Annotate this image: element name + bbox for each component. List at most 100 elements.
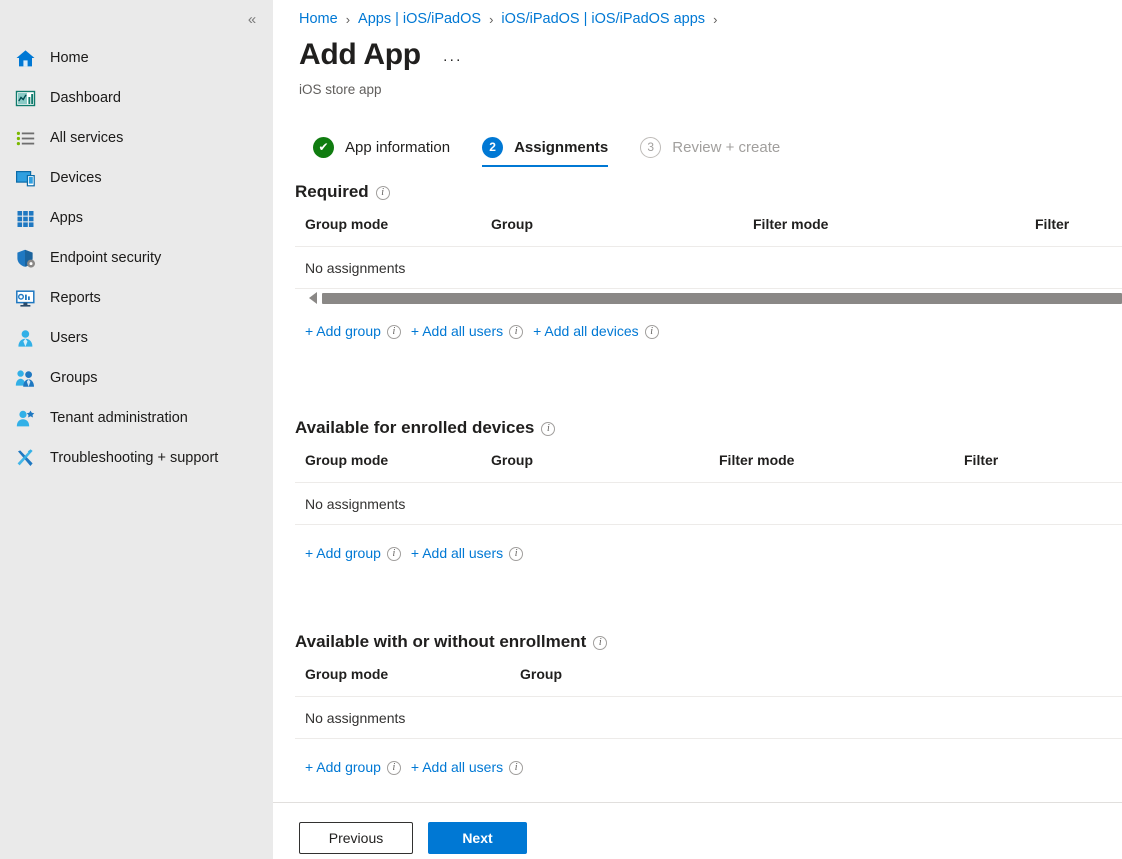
step-number-badge: 3 [640,136,662,158]
breadcrumb-item-apps[interactable]: Apps | iOS/iPadOS [358,11,481,27]
info-icon[interactable]: i [509,761,524,775]
empty-state-text: No assignments [305,495,406,512]
column-header-group: Group [520,666,562,682]
collapse-sidebar-button[interactable]: « [239,6,265,32]
sidebar-item-home[interactable]: Home [0,38,273,78]
column-header-group-mode: Group mode [305,216,389,232]
sidebar-item-devices[interactable]: Devices [0,158,273,198]
column-header-group-mode: Group mode [305,452,389,468]
horizontal-scrollbar[interactable] [295,291,1122,305]
groups-icon [14,367,36,389]
section-available-with-or-without-enrollment: Available with or without enrollment i G… [295,632,1122,775]
sidebar-item-label: Users [50,330,88,346]
sidebar-item-label: Dashboard [50,90,121,106]
tab-app-information[interactable]: ✔ App information [297,125,466,163]
sidebar-item-dashboard[interactable]: Dashboard [0,78,273,118]
sidebar-item-label: Home [50,50,89,66]
column-header-group: Group [491,452,533,468]
scroll-left-arrow-icon[interactable] [301,292,317,304]
sidebar-item-groups[interactable]: Groups [0,358,273,398]
info-icon[interactable]: i [644,325,659,339]
sidebar-item-tenant-administration[interactable]: Tenant administration [0,398,273,438]
add-all-users-link[interactable]: + Add all users [411,545,503,561]
column-header-group: Group [491,216,533,232]
sidebar-item-label: Apps [50,210,84,226]
page-subtitle: iOS store app [299,82,382,97]
add-group-link[interactable]: + Add group [305,545,381,561]
breadcrumb-separator-icon: › [489,11,494,27]
sidebar-item-label: Endpoint security [50,250,162,266]
info-icon[interactable]: i [386,761,401,775]
add-group-link[interactable]: + Add group [305,759,381,775]
scrollbar-thumb[interactable] [322,292,1122,304]
info-icon[interactable]: i [509,325,524,339]
table-row: No assignments [295,247,1122,288]
tab-review-create[interactable]: 3 Review + create [624,125,796,163]
section-required: Required i Group mode Group Filter mode … [295,182,1122,339]
empty-state-text: No assignments [305,259,406,276]
table-divider [295,738,1122,739]
shield-icon [14,247,36,269]
sidebar-item-endpoint-security[interactable]: Endpoint security [0,238,273,278]
info-icon[interactable]: i [386,325,401,339]
table-row: No assignments [295,483,1122,524]
main-content-pane: Home › Apps | iOS/iPadOS › iOS/iPadOS | … [273,0,1122,802]
breadcrumb-item-home[interactable]: Home [299,11,338,27]
step-number-badge: 2 [482,136,504,158]
sidebar-item-label: Reports [50,290,101,306]
column-header-group-mode: Group mode [305,666,389,682]
sidebar-item-reports[interactable]: Reports [0,278,273,318]
sidebar-item-troubleshooting-support[interactable]: Troubleshooting + support [0,438,273,478]
add-all-users-link[interactable]: + Add all users [411,323,503,339]
assignments-table: Group mode Group No assignments [295,666,1122,739]
home-icon [14,47,36,69]
tenant-admin-icon [14,407,36,429]
section-header: Required i [295,182,1122,202]
section-header: Available with or without enrollment i [295,632,1122,652]
check-circle-icon: ✔ [313,136,334,158]
breadcrumb-item-ios-apps[interactable]: iOS/iPadOS | iOS/iPadOS apps [501,11,705,27]
sidebar-item-users[interactable]: Users [0,318,273,358]
table-divider [295,524,1122,525]
more-options-icon[interactable]: ··· [443,52,463,67]
tab-assignments[interactable]: 2 Assignments [466,125,624,167]
dashboard-icon [14,87,36,109]
table-header-row: Group mode Group Filter mode Filter [295,216,1122,246]
info-icon[interactable]: i [386,547,401,561]
wizard-tabs: ✔ App information 2 Assignments 3 Review… [297,125,796,167]
tab-label: Review + create [672,138,781,156]
add-links-row: + Add group i + Add all users i [305,545,1122,561]
previous-button[interactable]: Previous [299,822,413,854]
left-nav-sidebar: « Home Dashboard All services Devices Ap… [0,0,273,859]
reports-icon [14,287,36,309]
add-all-devices-link[interactable]: + Add all devices [533,323,638,339]
column-header-filter-mode: Filter mode [719,452,795,468]
page-header: Add App ··· [299,38,462,71]
info-icon[interactable]: i [375,186,390,200]
add-all-users-link[interactable]: + Add all users [411,759,503,775]
sidebar-item-label: All services [50,130,124,146]
breadcrumb: Home › Apps | iOS/iPadOS › iOS/iPadOS | … [299,11,725,27]
tools-icon [14,447,36,469]
sidebar-item-label: Tenant administration [50,410,188,426]
sidebar-item-apps[interactable]: Apps [0,198,273,238]
info-icon[interactable]: i [593,636,608,650]
breadcrumb-separator-icon: › [713,11,718,27]
add-links-row: + Add group i + Add all users i [305,759,1122,775]
breadcrumb-separator-icon: › [345,11,351,27]
assignments-table: Group mode Group Filter mode Filter No a… [295,216,1122,305]
add-group-link[interactable]: + Add group [305,323,381,339]
info-icon[interactable]: i [509,547,524,561]
user-icon [14,327,36,349]
next-button[interactable]: Next [428,822,527,854]
section-header: Available for enrolled devices i [295,418,1122,438]
tab-label: App information [345,138,451,156]
table-row: No assignments [295,697,1122,738]
sidebar-nav-list: Home Dashboard All services Devices Apps… [0,38,273,478]
column-header-filter-mode: Filter mode [753,216,829,232]
sidebar-item-all-services[interactable]: All services [0,118,273,158]
apps-icon [14,207,36,229]
info-icon[interactable]: i [541,422,556,436]
column-header-filter: Filter [964,452,999,468]
assignments-table: Group mode Group Filter mode Filter No a… [295,452,1122,525]
